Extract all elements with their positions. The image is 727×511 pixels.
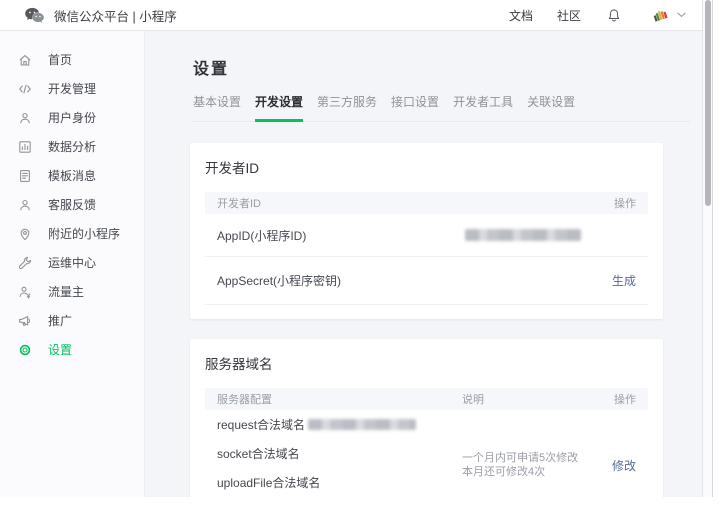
- location-icon: [18, 227, 32, 241]
- gear-icon: [18, 343, 32, 357]
- sidebar-item-nearby[interactable]: 附近的小程序: [0, 219, 144, 248]
- sidebar-item-support-feedback[interactable]: 客服反馈: [0, 190, 144, 219]
- sidebar-item-label: 推广: [48, 312, 72, 329]
- sidebar-item-ops-center[interactable]: 运维中心: [0, 248, 144, 277]
- col-developer-id: 开发者ID: [217, 195, 462, 211]
- monetize-icon: [18, 285, 32, 299]
- tab-basic-settings[interactable]: 基本设置: [193, 93, 241, 121]
- appsecret-row: AppSecret(小程序密钥) 生成: [205, 257, 648, 305]
- generate-appsecret-link[interactable]: 生成: [612, 272, 636, 289]
- server-domain-table-body: request合法域名 socket合法域名 uploadFile合法域名 do…: [205, 410, 648, 497]
- server-domain-table-header: 服务器配置 说明 操作: [205, 388, 648, 410]
- sidebar-item-label: 用户身份: [48, 109, 96, 126]
- modify-domains-link[interactable]: 修改: [612, 459, 636, 473]
- user-icon: [18, 111, 32, 125]
- top-header: 微信公众平台 | 小程序 文档 社区: [0, 0, 712, 31]
- uploadfile-domain-row: uploadFile合法域名: [217, 468, 462, 497]
- sidebar-item-label: 开发管理: [48, 80, 96, 97]
- developer-id-table-header: 开发者ID 操作: [205, 192, 648, 214]
- sidebar-item-user-identity[interactable]: 用户身份: [0, 103, 144, 132]
- template-icon: [18, 169, 32, 183]
- socket-domain-row: socket合法域名: [217, 439, 462, 468]
- sidebar-item-home[interactable]: 首页: [0, 45, 144, 74]
- sidebar-item-label: 模板消息: [48, 167, 96, 184]
- tab-related-settings[interactable]: 关联设置: [527, 93, 575, 121]
- sidebar-item-template-msg[interactable]: 模板消息: [0, 161, 144, 190]
- code-icon: [18, 82, 32, 96]
- request-domain-label: request合法域名: [217, 416, 305, 433]
- tab-api-settings[interactable]: 接口设置: [391, 93, 439, 121]
- appid-row: AppID(小程序ID): [205, 214, 648, 257]
- col-action: 操作: [586, 195, 636, 211]
- col-action: 操作: [586, 391, 636, 407]
- uploadfile-domain-label: uploadFile合法域名: [217, 474, 320, 491]
- sidebar: 首页 开发管理 用户身份 数据分析 模板消息 客服反馈: [0, 31, 145, 497]
- sidebar-item-label: 附近的小程序: [48, 225, 120, 242]
- appsecret-label: AppSecret(小程序密钥): [217, 272, 462, 289]
- support-icon: [18, 198, 32, 212]
- app-title: 微信公众平台 | 小程序: [54, 6, 177, 25]
- domain-action-cell: 修改: [586, 410, 636, 497]
- chart-icon: [18, 140, 32, 154]
- sidebar-item-traffic[interactable]: 流量主: [0, 277, 144, 306]
- chevron-down-icon: [677, 12, 686, 18]
- modify-quota-line1: 一个月内可申请5次修改: [462, 451, 586, 465]
- megaphone-icon: [18, 314, 32, 328]
- nav-docs-link[interactable]: 文档: [509, 7, 533, 24]
- request-domain-row: request合法域名: [217, 410, 462, 439]
- col-description: 说明: [462, 391, 586, 407]
- server-domain-card: 服务器域名 服务器配置 说明 操作 request合法域名 socket合法域名: [190, 339, 663, 497]
- tab-dev-settings[interactable]: 开发设置: [255, 93, 303, 122]
- tab-third-party[interactable]: 第三方服务: [317, 93, 377, 121]
- sidebar-item-label: 数据分析: [48, 138, 96, 155]
- modify-quota-note: 一个月内可申请5次修改 本月还可修改4次: [462, 410, 586, 497]
- main-content: 设置 基本设置 开发设置 第三方服务 接口设置 开发者工具 关联设置 开发者ID…: [145, 31, 712, 497]
- account-avatar: [651, 8, 669, 23]
- scrollbar-track[interactable]: [702, 0, 713, 497]
- sidebar-item-label: 首页: [48, 51, 72, 68]
- app-window: 微信公众平台 | 小程序 文档 社区: [0, 0, 713, 497]
- col-server-config: 服务器配置: [217, 391, 462, 407]
- nav-community-link[interactable]: 社区: [557, 7, 581, 24]
- domain-label-column: request合法域名 socket合法域名 uploadFile合法域名 do…: [217, 410, 462, 497]
- developer-id-card-title: 开发者ID: [205, 157, 648, 177]
- developer-id-card: 开发者ID 开发者ID 操作 AppID(小程序ID) AppSecret(小程…: [190, 143, 663, 319]
- sidebar-item-promotion[interactable]: 推广: [0, 306, 144, 335]
- wrench-icon: [18, 256, 32, 270]
- home-icon: [18, 53, 32, 67]
- server-domain-card-title: 服务器域名: [205, 353, 648, 373]
- socket-domain-label: socket合法域名: [217, 445, 300, 462]
- appid-value-redacted: [465, 229, 581, 241]
- sidebar-item-label: 设置: [48, 341, 72, 358]
- scrollbar-thumb[interactable]: [705, 0, 711, 206]
- tab-dev-tools[interactable]: 开发者工具: [453, 93, 513, 121]
- sidebar-item-dev-manage[interactable]: 开发管理: [0, 74, 144, 103]
- sidebar-item-label: 客服反馈: [48, 196, 96, 213]
- page-title: 设置: [193, 55, 712, 79]
- wechat-logo-icon: [24, 7, 45, 24]
- appid-label: AppID(小程序ID): [217, 227, 462, 244]
- notification-bell-icon[interactable]: [607, 8, 621, 23]
- account-menu[interactable]: [651, 8, 686, 23]
- settings-tabs: 基本设置 开发设置 第三方服务 接口设置 开发者工具 关联设置: [193, 93, 690, 122]
- sidebar-item-label: 流量主: [48, 283, 84, 300]
- modify-quota-line2: 本月还可修改4次: [462, 465, 586, 479]
- request-domain-value-redacted: [308, 419, 416, 430]
- sidebar-item-analytics[interactable]: 数据分析: [0, 132, 144, 161]
- sidebar-item-label: 运维中心: [48, 254, 96, 271]
- sidebar-item-settings[interactable]: 设置: [0, 335, 144, 364]
